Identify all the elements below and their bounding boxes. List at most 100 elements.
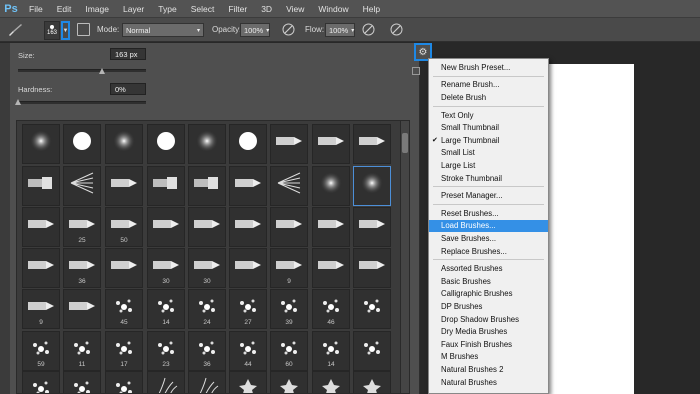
brush-tile[interactable] xyxy=(188,371,226,393)
brush-tile[interactable] xyxy=(22,124,60,164)
brush-tool-icon[interactable] xyxy=(7,23,23,37)
brush-tile[interactable] xyxy=(353,331,391,371)
brush-tile[interactable]: 14 xyxy=(312,331,350,371)
brush-tile[interactable] xyxy=(63,124,101,164)
menu-edit[interactable]: Edit xyxy=(50,4,79,14)
brush-tile[interactable] xyxy=(63,371,101,393)
menu-item-assorted-brushes[interactable]: Assorted Brushes xyxy=(429,262,548,275)
airbrush-icon[interactable] xyxy=(361,22,376,37)
menu-item-stroke-thumbnail[interactable]: Stroke Thumbnail xyxy=(429,172,548,185)
menu-item-calligraphic-brushes[interactable]: Calligraphic Brushes xyxy=(429,288,548,301)
brush-tile[interactable] xyxy=(63,166,101,206)
menu-item-rename-brush[interactable]: Rename Brush... xyxy=(429,79,548,92)
brush-tile[interactable]: 36 xyxy=(63,248,101,288)
grid-scrollbar[interactable] xyxy=(400,121,409,393)
mode-select[interactable]: Normal ▾ xyxy=(122,23,204,37)
brush-tile[interactable] xyxy=(353,248,391,288)
brush-tile[interactable] xyxy=(147,124,185,164)
brush-tile[interactable] xyxy=(312,166,350,206)
scrollbar-thumb[interactable] xyxy=(402,133,408,153)
brush-tile[interactable]: 9 xyxy=(22,289,60,329)
brush-tile[interactable]: 23 xyxy=(147,331,185,371)
menu-item-small-thumbnail[interactable]: Small Thumbnail xyxy=(429,121,548,134)
menu-item-drop-shadow-brushes[interactable]: Drop Shadow Brushes xyxy=(429,313,548,326)
menu-file[interactable]: File xyxy=(22,4,50,14)
menu-window[interactable]: Window xyxy=(311,4,355,14)
hardness-slider-thumb[interactable] xyxy=(15,99,21,105)
brush-tile[interactable]: 59 xyxy=(22,331,60,371)
brush-tile[interactable]: 24 xyxy=(188,289,226,329)
brush-tile[interactable] xyxy=(229,207,267,247)
flow-field[interactable]: 100% ▾ xyxy=(325,23,355,37)
menu-item-text-only[interactable]: Text Only xyxy=(429,109,548,122)
brush-tile[interactable] xyxy=(147,166,185,206)
brush-tile[interactable] xyxy=(22,207,60,247)
brush-tile[interactable] xyxy=(105,248,143,288)
brush-tile[interactable] xyxy=(229,248,267,288)
menu-help[interactable]: Help xyxy=(356,4,387,14)
brush-tile[interactable] xyxy=(312,248,350,288)
size-slider-track[interactable] xyxy=(18,69,146,72)
brush-tile[interactable]: 14 xyxy=(147,289,185,329)
brush-tile[interactable] xyxy=(353,371,391,393)
hardness-field[interactable]: 0% xyxy=(110,83,146,95)
brush-tile[interactable] xyxy=(22,248,60,288)
menu-item-natural-brushes-2[interactable]: Natural Brushes 2 xyxy=(429,363,548,376)
brush-tile[interactable] xyxy=(353,166,391,206)
brush-tile[interactable] xyxy=(188,124,226,164)
brush-tile[interactable] xyxy=(22,371,60,393)
menu-layer[interactable]: Layer xyxy=(116,4,151,14)
brush-tile[interactable] xyxy=(63,289,101,329)
menu-item-preset-manager[interactable]: Preset Manager... xyxy=(429,189,548,202)
brush-tile[interactable]: 9 xyxy=(270,248,308,288)
brush-tile[interactable]: 46 xyxy=(312,289,350,329)
menu-item-small-list[interactable]: Small List xyxy=(429,147,548,160)
brush-tile[interactable] xyxy=(270,124,308,164)
menu-item-dry-media-brushes[interactable]: Dry Media Brushes xyxy=(429,325,548,338)
document-canvas[interactable] xyxy=(545,64,634,394)
menu-image[interactable]: Image xyxy=(78,4,116,14)
menu-item-reset-brushes[interactable]: Reset Brushes... xyxy=(429,207,548,220)
menu-item-load-brushes[interactable]: Load Brushes... xyxy=(429,219,548,233)
brush-tile[interactable] xyxy=(229,124,267,164)
brush-tile[interactable]: 44 xyxy=(229,331,267,371)
menu-item-m-brushes[interactable]: M Brushes xyxy=(429,351,548,364)
brush-tile[interactable] xyxy=(270,207,308,247)
size-slider-thumb[interactable] xyxy=(99,68,105,74)
brush-tile[interactable] xyxy=(353,207,391,247)
brush-tile[interactable] xyxy=(312,124,350,164)
brush-tile[interactable] xyxy=(105,124,143,164)
menu-item-large-list[interactable]: Large List xyxy=(429,159,548,172)
opacity-field[interactable]: 100% ▾ xyxy=(240,23,270,37)
brush-tile[interactable] xyxy=(353,289,391,329)
menu-item-basic-brushes[interactable]: Basic Brushes xyxy=(429,275,548,288)
brush-tile[interactable] xyxy=(353,124,391,164)
brush-tile[interactable] xyxy=(22,166,60,206)
menu-item-dp-brushes[interactable]: DP Brushes xyxy=(429,300,548,313)
brush-tile[interactable] xyxy=(312,207,350,247)
brush-preset-preview[interactable]: 163 xyxy=(44,21,60,40)
brush-tile[interactable] xyxy=(188,207,226,247)
brush-tile[interactable] xyxy=(229,371,267,393)
brush-tile[interactable] xyxy=(188,166,226,206)
brush-tile[interactable]: 25 xyxy=(63,207,101,247)
menu-3d[interactable]: 3D xyxy=(254,4,279,14)
new-preset-icon[interactable] xyxy=(412,67,420,75)
hardness-slider-track[interactable] xyxy=(18,101,146,104)
brush-tile[interactable]: 36 xyxy=(188,331,226,371)
brush-tile[interactable] xyxy=(147,207,185,247)
brush-panel-toggle-icon[interactable] xyxy=(77,23,90,36)
brush-tile[interactable] xyxy=(312,371,350,393)
brush-tile[interactable]: 27 xyxy=(229,289,267,329)
size-field[interactable]: 163 px xyxy=(110,48,146,60)
menu-item-delete-brush[interactable]: Delete Brush xyxy=(429,91,548,104)
menu-item-save-brushes[interactable]: Save Brushes... xyxy=(429,232,548,245)
brush-tile[interactable]: 11 xyxy=(63,331,101,371)
brush-tile[interactable]: 45 xyxy=(105,289,143,329)
pressure-opacity-icon[interactable] xyxy=(281,22,296,37)
brush-tile[interactable]: 30 xyxy=(188,248,226,288)
brush-tile[interactable]: 17 xyxy=(105,331,143,371)
brush-tile[interactable] xyxy=(270,371,308,393)
brush-tile[interactable] xyxy=(105,371,143,393)
menu-item-new-brush-preset[interactable]: New Brush Preset... xyxy=(429,61,548,74)
